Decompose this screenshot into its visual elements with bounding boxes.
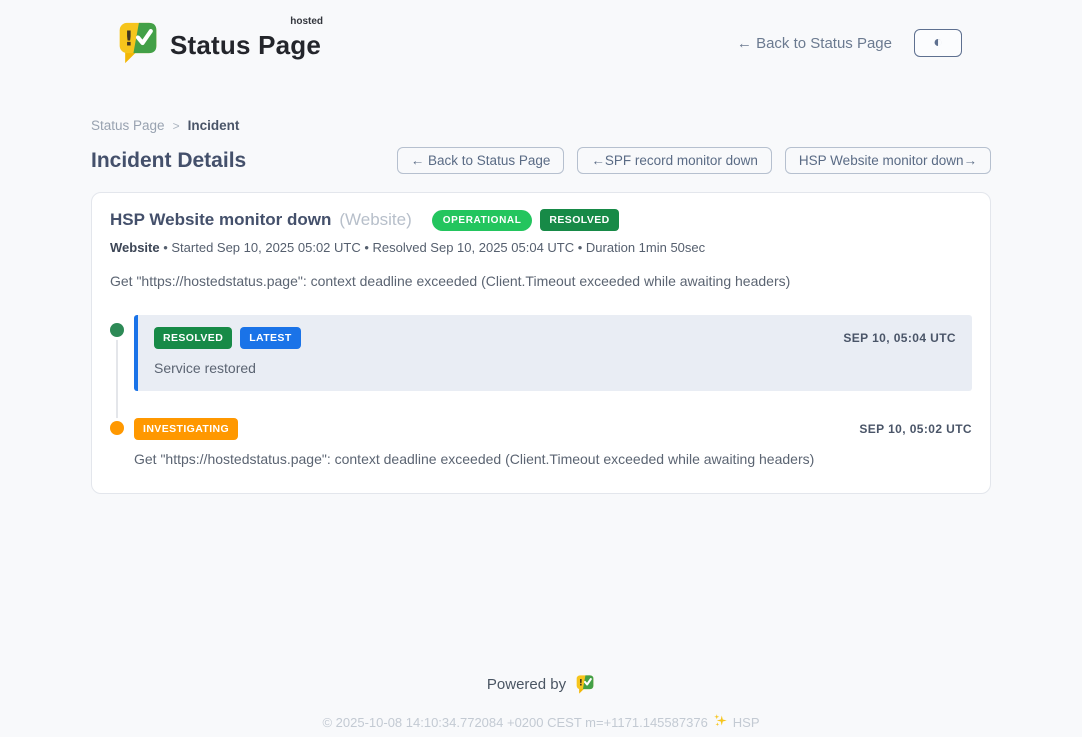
powered-by-label: Powered by: [487, 676, 566, 693]
timeline-entry-investigating: INVESTIGATING SEP 10, 05:02 UTC Get "htt…: [134, 418, 972, 467]
main-content: Status Page > Incident Incident Details …: [91, 118, 991, 731]
half-circle-icon: ◐: [933, 35, 943, 51]
resolved-badge: RESOLVED: [154, 327, 232, 349]
theme-toggle-button[interactable]: ◐: [914, 29, 962, 57]
incident-meta: Website • Started Sep 10, 2025 05:02 UTC…: [110, 240, 972, 255]
back-to-status-page-button[interactable]: ← Back to Status Page: [397, 147, 565, 174]
timeline-connector-line: [116, 329, 118, 425]
statuspage-logo-icon: !: [116, 20, 160, 66]
timeline-entry-message: Get "https://hostedstatus.page": context…: [134, 451, 972, 467]
incident-meta-component: Website: [110, 240, 160, 255]
operational-status-badge: OPERATIONAL: [432, 210, 533, 231]
copyright-brand: HSP: [733, 715, 760, 730]
breadcrumb: Status Page > Incident: [91, 118, 991, 133]
brand-logo[interactable]: ! Status Page hosted: [116, 20, 321, 66]
timeline-entry-timestamp: SEP 10, 05:02 UTC: [859, 422, 972, 436]
investigating-badge: INVESTIGATING: [134, 418, 238, 440]
svg-text:!: !: [579, 678, 583, 689]
timeline-dot-resolved: [110, 323, 124, 337]
breadcrumb-status-page[interactable]: Status Page: [91, 118, 165, 133]
incident-description: Get "https://hostedstatus.page": context…: [110, 273, 972, 289]
timeline-entry-message: Service restored: [154, 360, 956, 376]
timeline-entry-badges: INVESTIGATING: [134, 418, 238, 440]
svg-text:!: !: [124, 27, 133, 51]
timeline-entry-header: INVESTIGATING SEP 10, 05:02 UTC: [134, 418, 972, 440]
footer: Powered by ! © 2025-10-08 14:10:34.77208…: [91, 674, 991, 731]
header: ! Status Page hosted ← Back to Status Pa…: [0, 0, 1082, 72]
incident-component: (Website): [339, 210, 411, 230]
incident-meta-details: • Started Sep 10, 2025 05:02 UTC • Resol…: [160, 240, 706, 255]
timeline-entry-resolved: RESOLVED LATEST SEP 10, 05:04 UTC Servic…: [134, 315, 972, 391]
page-title: Incident Details: [91, 149, 246, 173]
next-incident-button[interactable]: HSP Website monitor down→: [785, 147, 991, 174]
latest-badge: LATEST: [240, 327, 300, 349]
incident-title-row: HSP Website monitor down (Website) OPERA…: [110, 209, 972, 231]
timeline-entry-timestamp: SEP 10, 05:04 UTC: [843, 331, 956, 345]
header-back-link[interactable]: ← Back to Status Page: [737, 35, 892, 52]
sparkles-icon: [713, 713, 728, 731]
prev-incident-button[interactable]: ←SPF record monitor down: [577, 147, 772, 174]
incident-nav-buttons: ← Back to Status Page ←SPF record monito…: [397, 147, 991, 174]
brand-superscript: hosted: [290, 16, 323, 27]
timeline-entry-header: RESOLVED LATEST SEP 10, 05:04 UTC: [154, 327, 956, 349]
breadcrumb-incident: Incident: [188, 118, 240, 133]
copyright-text: © 2025-10-08 14:10:34.772084 +0200 CEST …: [322, 715, 707, 730]
breadcrumb-separator: >: [173, 119, 180, 133]
powered-by-link[interactable]: Powered by !: [487, 674, 595, 695]
heading-row: Incident Details ← Back to Status Page ←…: [91, 147, 991, 174]
copyright-line: © 2025-10-08 14:10:34.772084 +0200 CEST …: [91, 713, 991, 731]
header-actions: ← Back to Status Page ◐: [737, 29, 962, 57]
timeline-dot-investigating: [110, 421, 124, 435]
brand-wordmark: Status Page hosted: [170, 20, 321, 61]
statuspage-logo-icon-small: !: [575, 674, 595, 695]
resolved-status-badge: RESOLVED: [540, 209, 618, 231]
incident-card: HSP Website monitor down (Website) OPERA…: [91, 192, 991, 494]
incident-title: HSP Website monitor down: [110, 210, 331, 230]
incident-timeline: RESOLVED LATEST SEP 10, 05:04 UTC Servic…: [110, 315, 972, 467]
timeline-entry-badges: RESOLVED LATEST: [154, 327, 301, 349]
brand-name: Status Page: [170, 30, 321, 60]
